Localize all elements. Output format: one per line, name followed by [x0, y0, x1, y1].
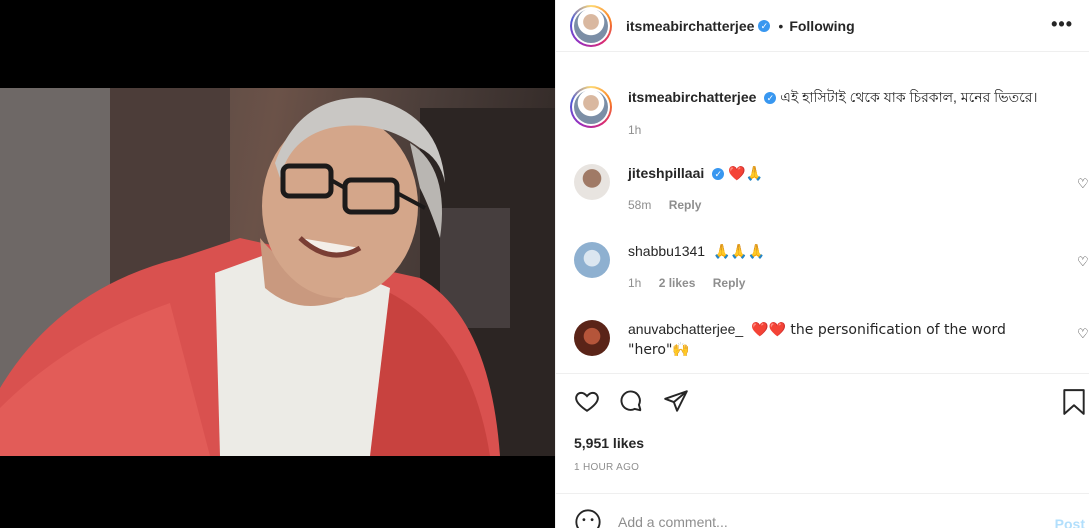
caption-row: itsmeabirchatterjee ✓ এই হাসিটাই থেকে যাক…	[570, 86, 1089, 140]
comment-input[interactable]: Add a comment...	[618, 514, 728, 528]
comment-row: jiteshpillaai ✓ ❤️🙏 58m Reply ♡	[570, 164, 1089, 215]
verified-badge-icon: ✓	[764, 92, 777, 105]
comments-list: itsmeabirchatterjee ✓ এই হাসিটাই থেকে যাক…	[570, 76, 1089, 372]
like-heart-icon[interactable]	[574, 388, 600, 414]
post-side-panel: itsmeabirchatterjee ✓ • Following ••• it…	[555, 0, 1089, 528]
comment-row: anuvabchatterjee_ ❤️❤️ the personificati…	[570, 320, 1089, 360]
comment-bubble-icon[interactable]	[618, 388, 644, 414]
post-timestamp: 1 HOUR AGO	[574, 462, 640, 473]
author-avatar[interactable]	[570, 4, 612, 47]
verified-badge-icon: ✓	[712, 168, 725, 181]
save-bookmark-icon[interactable]	[1061, 388, 1087, 416]
reply-button[interactable]: Reply	[713, 276, 746, 290]
share-send-icon[interactable]	[663, 388, 689, 414]
comment-avatar[interactable]	[574, 242, 610, 278]
comment-time[interactable]: 1h	[628, 276, 641, 290]
verified-badge-icon: ✓	[758, 19, 771, 32]
emoji-smiley-icon[interactable]	[574, 508, 602, 528]
reply-button[interactable]: Reply	[669, 198, 702, 212]
comment-row: shabbu1341 🙏🙏🙏 1h 2 likes Reply ♡	[570, 242, 1089, 293]
comment-like-heart-icon[interactable]: ♡	[1077, 177, 1089, 190]
comment-time[interactable]: 58m	[628, 198, 651, 212]
post-actions: 5,951 likes 1 HOUR AGO	[556, 373, 1089, 493]
caption-time[interactable]: 1h	[628, 123, 641, 137]
post-media	[0, 0, 555, 528]
comment-like-heart-icon[interactable]: ♡	[1077, 327, 1089, 340]
caption-text: এই হাসিটাই থেকে যাক চিরকাল, মনের ভিতরে।	[780, 89, 1038, 105]
comment-username[interactable]: shabbu1341	[628, 243, 705, 259]
post-header: itsmeabirchatterjee ✓ • Following •••	[556, 0, 1089, 52]
post-comment-button[interactable]: Post	[1055, 516, 1085, 528]
comment-like-heart-icon[interactable]: ♡	[1077, 255, 1089, 268]
more-options-icon[interactable]: •••	[1051, 14, 1073, 35]
comment-likes-count[interactable]: 2 likes	[659, 276, 696, 290]
following-button[interactable]: Following	[789, 18, 854, 34]
comment-avatar[interactable]	[574, 320, 610, 356]
comment-username[interactable]: anuvabchatterjee_	[628, 321, 743, 337]
caption-author-avatar[interactable]	[570, 86, 612, 128]
caption-username[interactable]: itsmeabirchatterjee	[628, 89, 756, 105]
author-username[interactable]: itsmeabirchatterjee	[626, 18, 754, 34]
comment-avatar[interactable]	[574, 164, 610, 200]
comment-text: 🙏🙏🙏	[712, 244, 766, 260]
post-photo[interactable]	[0, 88, 555, 456]
separator-dot: •	[778, 17, 784, 34]
likes-count[interactable]: 5,951 likes	[574, 435, 644, 451]
comment-text: ❤️🙏	[728, 166, 764, 182]
comment-username[interactable]: jiteshpillaai	[628, 165, 704, 181]
add-comment-bar: Add a comment... Post	[556, 493, 1089, 528]
photo-illustration	[0, 88, 555, 456]
